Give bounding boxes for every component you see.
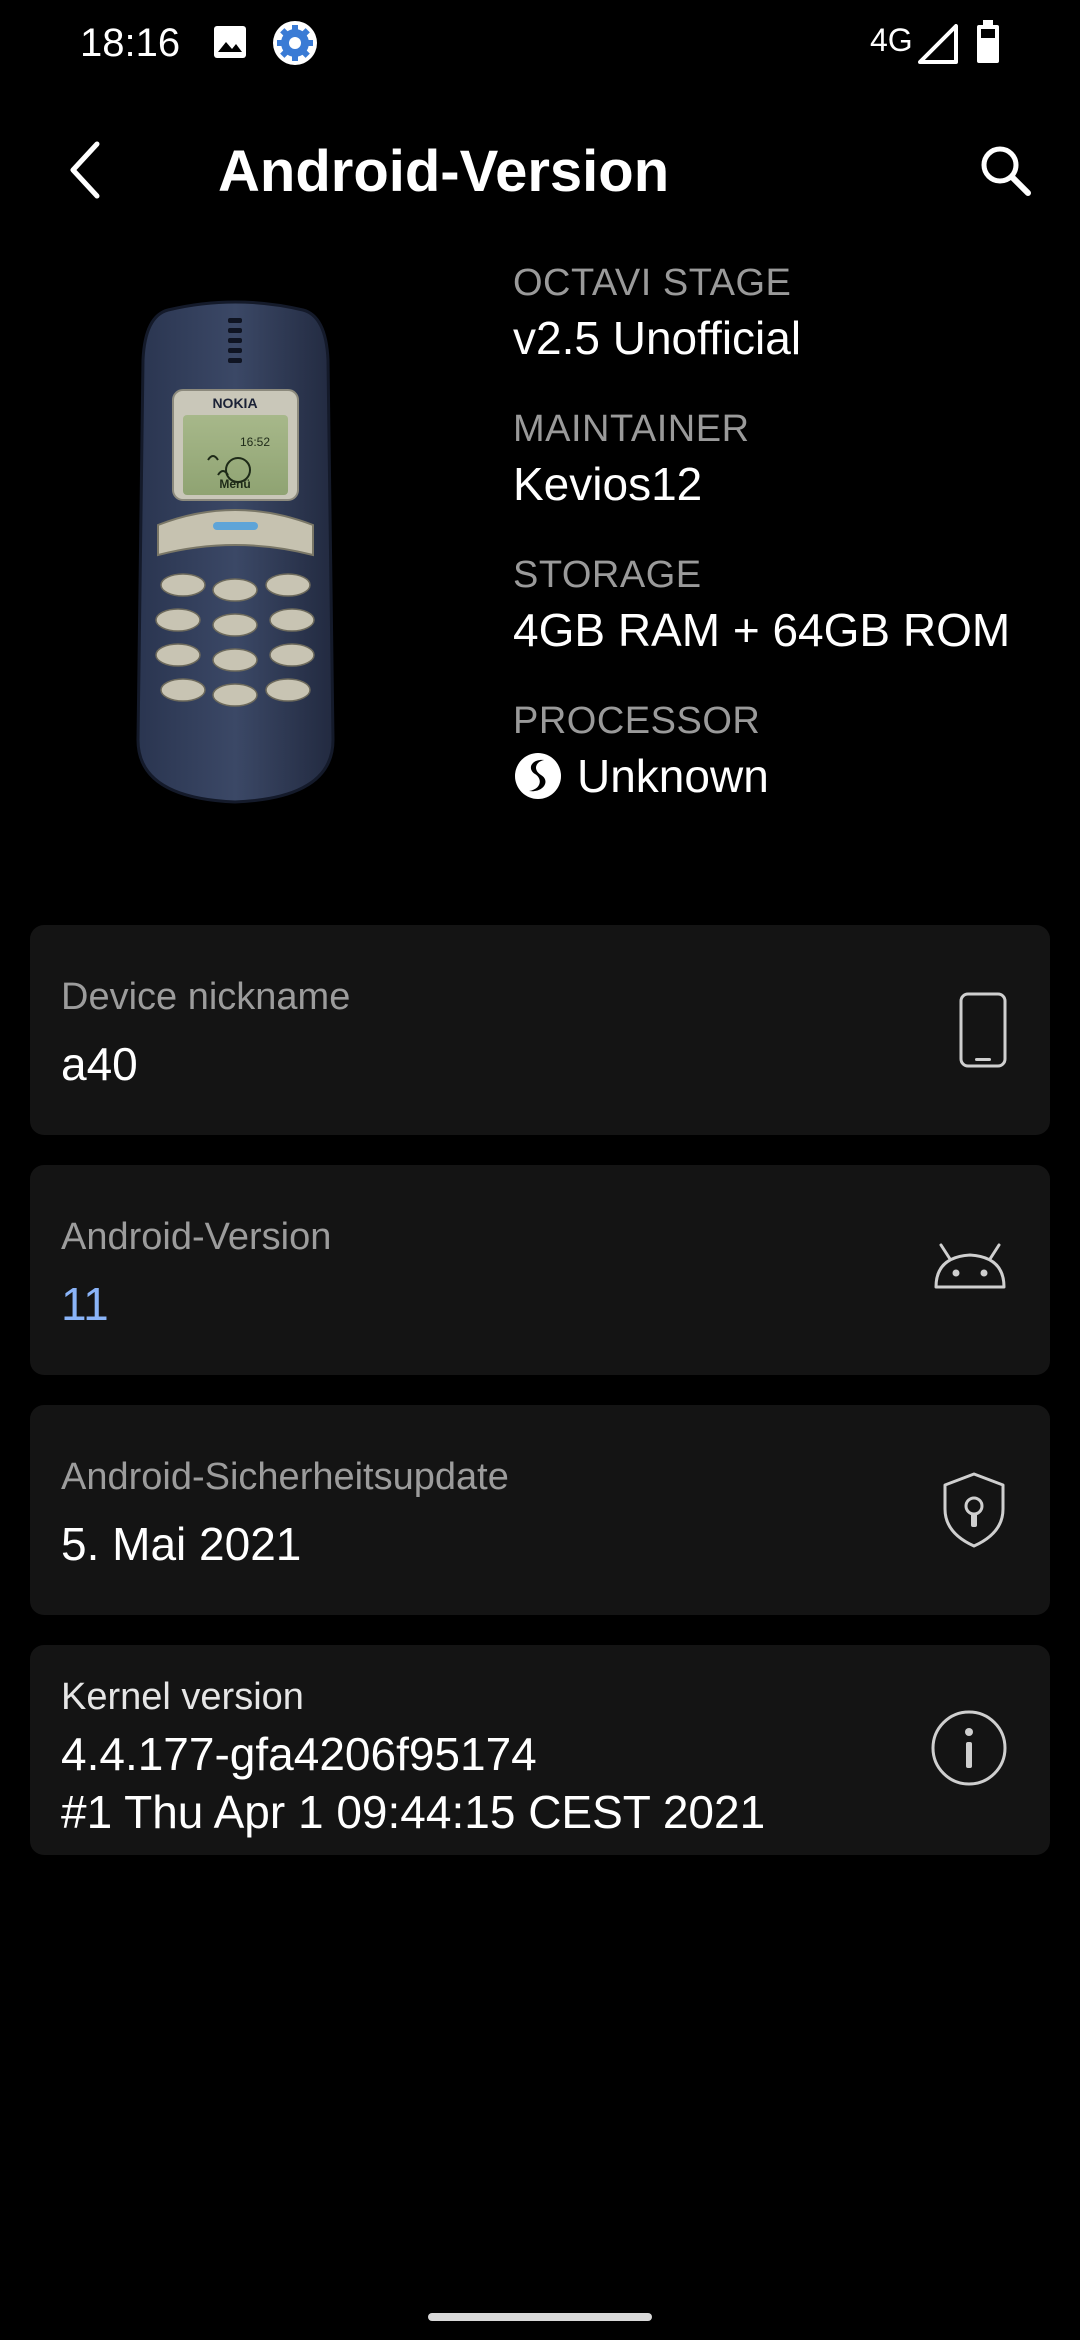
- back-button[interactable]: [50, 130, 120, 210]
- search-button[interactable]: [970, 135, 1040, 205]
- processor-row: Unknown: [513, 746, 1053, 806]
- kernel-version-label: Kernel version: [61, 1676, 304, 1718]
- processor-label: PROCESSOR: [513, 700, 761, 742]
- page-title: Android-Version: [218, 139, 670, 204]
- image-icon: [214, 26, 246, 58]
- settings-gear-icon: [273, 21, 317, 65]
- kernel-version-line2: #1 Thu Apr 1 09:44:15 CEST 2021: [61, 1786, 766, 1838]
- device-nickname-card[interactable]: Device nickname a40: [30, 925, 1050, 1135]
- search-icon: [981, 146, 1031, 196]
- network-type: 4G: [870, 22, 913, 58]
- shield-lock-icon: [943, 1472, 1005, 1548]
- snapdragon-logo-icon: [515, 753, 561, 799]
- security-update-value: 5. Mai 2021: [61, 1518, 302, 1570]
- screen: 18:16 4G Android-Version NOKIA 16:52 Men…: [0, 0, 1080, 2340]
- back-arrow-icon: [70, 141, 100, 199]
- android-version-label: Android-Version: [61, 1216, 332, 1258]
- android-version-card[interactable]: Android-Version 11: [30, 1165, 1050, 1375]
- storage-value: 4GB RAM + 64GB ROM: [513, 604, 1011, 656]
- android-version-value: 11: [61, 1278, 109, 1330]
- security-update-card[interactable]: Android-Sicherheitsupdate 5. Mai 2021: [30, 1405, 1050, 1615]
- processor-value: Unknown: [577, 750, 769, 802]
- rom-name-label: OCTAVI STAGE: [513, 262, 792, 304]
- status-bar: 18:16 4G: [0, 0, 1080, 86]
- rom-info: OCTAVI STAGE v2.5 Unofficial MAINTAINER …: [513, 258, 1053, 842]
- maintainer-value: Kevios12: [513, 458, 703, 510]
- security-update-label: Android-Sicherheitsupdate: [61, 1456, 509, 1498]
- phone-outline-icon: [959, 992, 1007, 1068]
- device-screen-time: 16:52: [240, 435, 270, 449]
- kernel-version-line1: 4.4.177-gfa4206f95174: [61, 1728, 537, 1780]
- signal-icon: [918, 24, 958, 64]
- device-image: NOKIA 16:52 Menü: [136, 300, 335, 804]
- status-time: 18:16: [80, 21, 181, 65]
- info-circle-icon: [931, 1710, 1007, 1786]
- device-brand-text: NOKIA: [212, 395, 257, 411]
- home-indicator[interactable]: [428, 2313, 652, 2321]
- device-nickname-label: Device nickname: [61, 976, 351, 1018]
- android-head-icon: [934, 1243, 1006, 1289]
- device-nickname-value: a40: [61, 1038, 138, 1090]
- rom-version-value: v2.5 Unofficial: [513, 312, 802, 364]
- kernel-version-card[interactable]: Kernel version 4.4.177-gfa4206f95174 #1 …: [30, 1645, 1050, 1855]
- maintainer-label: MAINTAINER: [513, 408, 750, 450]
- device-screen-menu: Menü: [219, 477, 250, 491]
- storage-label: STORAGE: [513, 554, 702, 596]
- battery-icon: [977, 20, 999, 63]
